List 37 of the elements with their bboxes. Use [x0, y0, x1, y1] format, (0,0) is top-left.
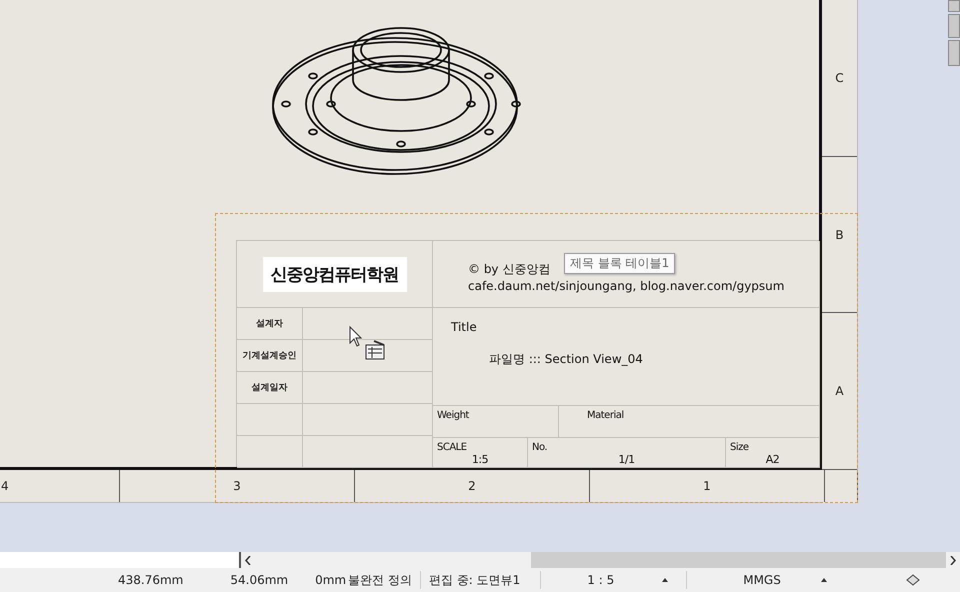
- scale-label: SCALE: [437, 442, 468, 453]
- zone-label: B: [835, 228, 844, 242]
- size-value: A2: [764, 453, 780, 466]
- label-text: 기계설계승인: [242, 350, 296, 362]
- table-cell: [237, 436, 303, 468]
- z-coordinate: 0mm: [315, 573, 346, 587]
- copyright-text: © by 신중앙컴: [468, 262, 550, 276]
- x-coordinate: 438.76mm: [118, 573, 184, 587]
- zone-label: 3: [233, 479, 241, 493]
- zone-label: 2: [468, 479, 476, 493]
- y-coordinate: 54.06mm: [230, 573, 288, 587]
- zone-label: 4: [1, 479, 9, 493]
- file-name-text: 파일명 ::: Section View_04: [489, 351, 644, 368]
- zone-label: A: [835, 384, 844, 398]
- zone-label: C: [835, 70, 844, 85]
- tooltip: 제목 블록 테이블1: [564, 253, 676, 274]
- editing-status: 편집 중: 도면뷰1: [428, 572, 520, 588]
- units-status[interactable]: MMGS: [743, 573, 781, 587]
- caret-icon[interactable]: [662, 578, 668, 582]
- zone-label: 1: [703, 479, 711, 493]
- academy-logo: 신중앙컴퓨터학원: [262, 256, 406, 292]
- scale-status[interactable]: 1 : 5: [587, 573, 614, 587]
- title-label: Title: [451, 320, 478, 334]
- scale-value: 1:5: [470, 453, 490, 466]
- status-icon[interactable]: [904, 573, 921, 587]
- website-text: cafe.daum.net/sinjoungang, blog.naver.com/gypsum: [468, 278, 786, 295]
- caret-icon[interactable]: [820, 578, 827, 582]
- label-text: 설계자: [256, 318, 283, 330]
- label-text: 설계일자: [252, 382, 288, 394]
- sheet-number-label: No.: [532, 442, 548, 453]
- weight-label: Weight: [437, 410, 469, 421]
- definition-status: 불완전 정의: [348, 572, 412, 588]
- sheet-number-value: 1/1: [617, 453, 636, 466]
- size-label: Size: [730, 442, 750, 453]
- scroll-right-icon[interactable]: [950, 556, 956, 564]
- scroll-left-icon[interactable]: [245, 556, 252, 564]
- material-label: Material: [587, 410, 624, 421]
